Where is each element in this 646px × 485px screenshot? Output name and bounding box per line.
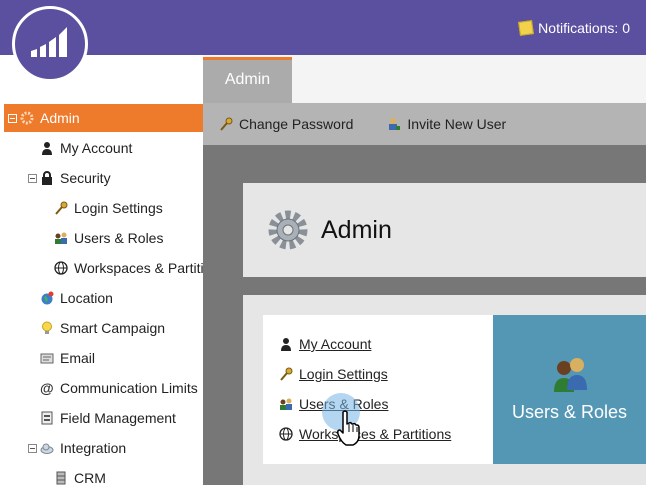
sidebar-item-workspaces[interactable]: Workspaces & Partitions	[54, 254, 203, 282]
database-icon	[56, 471, 66, 485]
tab-label: Admin	[224, 71, 271, 88]
page-header-panel: Admin	[243, 183, 646, 277]
invite-user-label: Invite New User	[407, 116, 507, 132]
key-icon	[55, 201, 68, 215]
gear-icon	[268, 210, 308, 250]
toolbar: Change Password Invite New User	[203, 103, 646, 145]
sidebar-item-label: Admin	[40, 110, 80, 126]
sidebar-item-security[interactable]: Security	[28, 164, 203, 192]
email-icon	[40, 353, 54, 364]
sidebar-item-label: Security	[60, 170, 111, 186]
change-password-label: Change Password	[239, 116, 354, 132]
link-login-settings[interactable]: Login Settings	[279, 359, 388, 389]
sidebar-item-label: Communication Limits	[60, 380, 198, 396]
sidebar-item-crm[interactable]: CRM	[54, 464, 203, 485]
sidebar-item-label: Users & Roles	[74, 230, 164, 246]
sidebar-item-label: Login Settings	[74, 200, 163, 216]
link-workspaces[interactable]: Workspaces & Partitions	[279, 419, 451, 449]
quick-links-list: My Account Login Settings Users & Roles …	[263, 315, 493, 464]
logo-bars-icon	[31, 27, 67, 57]
collapse-toggle-icon[interactable]	[28, 443, 37, 453]
sidebar-item-admin[interactable]: Admin	[4, 104, 203, 132]
field-icon	[41, 411, 53, 425]
notifications[interactable]: Notifications: 0	[518, 20, 630, 36]
sidebar-item-label: Email	[60, 350, 96, 366]
change-password-button[interactable]: Change Password	[219, 116, 353, 132]
sidebar-item-label: Integration	[60, 440, 127, 456]
lightbulb-icon	[42, 321, 52, 334]
sidebar-item-label: Location	[60, 290, 113, 306]
tab-bar: Admin	[203, 55, 646, 103]
sidebar-item-email[interactable]: Email	[40, 344, 203, 372]
key-icon	[220, 117, 233, 131]
sidebar-item-label: My Account	[60, 140, 133, 156]
globe-icon	[279, 427, 293, 441]
key-icon	[280, 367, 293, 381]
sidebar-tree: Admin My Account Security Login Settings…	[0, 55, 203, 485]
globe-pin-icon	[41, 291, 54, 305]
person-icon	[281, 338, 291, 351]
link-label[interactable]: Workspaces & Partitions	[299, 426, 451, 442]
users-icon	[55, 232, 67, 244]
sidebar-item-label: Workspaces & Partitions	[74, 260, 203, 276]
collapse-toggle-icon[interactable]	[8, 113, 17, 123]
top-header: Notifications: 0	[0, 0, 646, 55]
sidebar-item-smart-campaign[interactable]: Smart Campaign	[40, 314, 203, 342]
at-icon: @	[40, 380, 54, 396]
sidebar-item-label: Smart Campaign	[60, 320, 166, 336]
users-icon	[553, 358, 587, 392]
link-label[interactable]: My Account	[299, 336, 371, 352]
sidebar-item-label: Field Management	[60, 410, 176, 426]
sidebar-item-users-roles[interactable]: Users & Roles	[54, 224, 203, 252]
globe-icon	[54, 261, 68, 275]
sidebar-item-label: CRM	[74, 470, 106, 485]
page-title: Admin	[321, 215, 392, 244]
sidebar-item-field-management[interactable]: Field Management	[40, 404, 203, 432]
cloud-icon	[40, 443, 54, 454]
users-roles-tile[interactable]: Users & Roles	[493, 315, 646, 464]
sidebar-item-location[interactable]: Location	[40, 284, 203, 312]
app-logo[interactable]	[12, 6, 88, 82]
sidebar-item-communication-limits[interactable]: @ Communication Limits	[40, 374, 203, 402]
notifications-label: Notifications: 0	[538, 20, 630, 36]
tile-label: Users & Roles	[511, 402, 628, 422]
link-my-account[interactable]: My Account	[279, 329, 371, 359]
users-icon	[280, 398, 292, 410]
hand-cursor-icon	[337, 410, 360, 446]
sidebar-item-login-settings[interactable]: Login Settings	[54, 194, 203, 222]
person-icon	[42, 142, 52, 155]
lock-icon	[42, 171, 52, 185]
note-icon	[518, 20, 535, 36]
tab-admin[interactable]: Admin	[203, 57, 292, 103]
invite-user-button[interactable]: Invite New User	[387, 116, 506, 132]
add-user-icon	[389, 118, 401, 130]
main-area: Admin Change Password Invite New User Ad…	[203, 55, 646, 485]
collapse-toggle-icon[interactable]	[28, 173, 37, 183]
content-area: Admin My Account Login Settings Users & …	[203, 145, 646, 485]
link-label[interactable]: Login Settings	[299, 366, 388, 382]
sidebar-item-my-account[interactable]: My Account	[40, 134, 203, 162]
sidebar-item-integration[interactable]: Integration	[28, 434, 203, 462]
gear-icon	[20, 111, 34, 125]
